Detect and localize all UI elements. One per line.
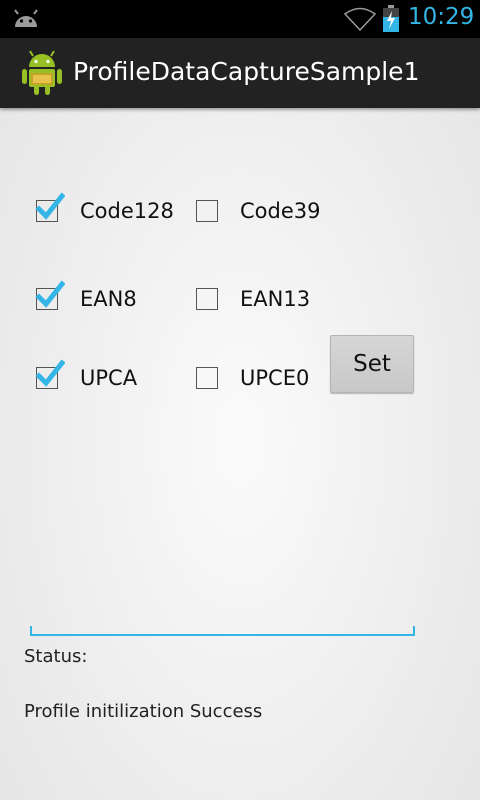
- checkbox-label: UPCE0: [240, 366, 310, 390]
- checkmark-icon: [35, 280, 65, 308]
- scan-input-field[interactable]: [30, 600, 415, 636]
- checkbox-code39[interactable]: Code39: [196, 191, 320, 231]
- checkbox-box[interactable]: [35, 280, 65, 310]
- status-bar: 10:29: [0, 0, 480, 38]
- checkbox-label: Code128: [80, 199, 174, 223]
- clock: 10:29: [408, 4, 475, 30]
- checkbox-ean8[interactable]: EAN8: [35, 279, 137, 319]
- android-app-icon: [22, 50, 62, 100]
- checkbox-label: EAN8: [80, 287, 137, 311]
- checkbox-ean13[interactable]: EAN13: [196, 279, 310, 319]
- checkmark-icon: [35, 359, 65, 387]
- checkbox-upca[interactable]: UPCA: [35, 358, 138, 398]
- checkbox-upce0[interactable]: UPCE0: [196, 358, 309, 398]
- checkbox-label: EAN13: [240, 287, 311, 311]
- checkbox-box[interactable]: [196, 288, 218, 310]
- battery-charging-icon: [382, 5, 400, 37]
- wifi-icon: [343, 7, 377, 35]
- input-field-left-edge: [30, 626, 32, 635]
- checkbox-box[interactable]: [35, 359, 65, 389]
- checkbox-box[interactable]: [196, 200, 218, 222]
- android-notification-icon: [12, 9, 40, 33]
- checkbox-label: UPCA: [80, 366, 138, 390]
- input-field-right-edge: [413, 626, 415, 635]
- action-bar: ProfileDataCaptureSample1: [0, 38, 480, 108]
- checkbox-label: Code39: [240, 199, 321, 223]
- checkbox-code128[interactable]: Code128: [35, 191, 174, 231]
- checkmark-icon: [35, 192, 65, 220]
- checkbox-box[interactable]: [196, 367, 218, 389]
- set-button[interactable]: Set: [330, 335, 414, 393]
- app-title: ProfileDataCaptureSample1: [73, 57, 420, 86]
- status-label: Status:: [24, 646, 88, 667]
- checkbox-box[interactable]: [35, 192, 65, 222]
- status-message: Profile initilization Success: [24, 701, 263, 722]
